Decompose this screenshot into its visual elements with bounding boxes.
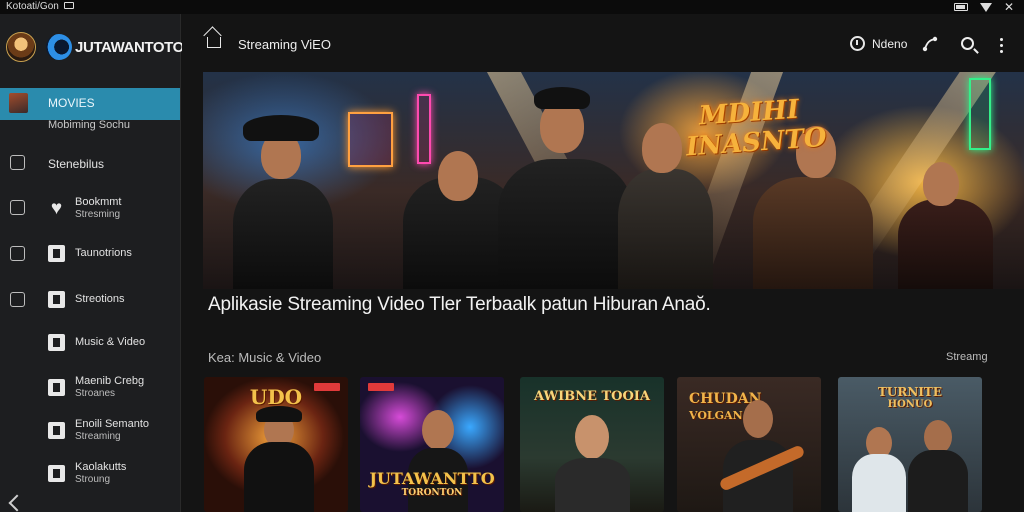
see-more-link[interactable]: Streamg: [946, 351, 988, 363]
video-card[interactable]: AWIBNE TOOIA: [520, 377, 664, 512]
video-card[interactable]: CHUDAN VOLGAN: [677, 377, 821, 512]
tv-icon: [48, 378, 65, 396]
sidebar-item-sublabel: Streaming: [75, 430, 121, 442]
sidebar-item-label: Streotions: [75, 292, 125, 305]
clock-icon: [850, 36, 865, 51]
video-card[interactable]: JUTAWANTTO TORONTON: [360, 377, 504, 512]
sidebar-item-label: Enoili Semanto: [75, 417, 149, 430]
sidebar-item-stenebilus[interactable]: Stenebilus: [48, 157, 104, 171]
headline: Aplikasie Streaming Video Tler Terbaalk …: [208, 294, 711, 315]
sidebar-item-music-video[interactable]: Music & Video: [48, 328, 145, 356]
folder-icon[interactable]: [10, 292, 25, 307]
brand-name: JUTAWANTOTO: [75, 38, 184, 56]
performer-figure: [893, 154, 1003, 289]
sidebar-item-movies[interactable]: MOVIES: [0, 88, 180, 120]
cast-icon: [63, 2, 74, 9]
sidebar-item-sublabel: Stroanes: [75, 387, 116, 399]
sidebar-item-label: Bookmmt: [75, 195, 122, 208]
camera-icon: [48, 244, 65, 262]
status-text: Kotoati/Gon: [6, 1, 74, 12]
sidebar-item-kaolakutts[interactable]: Kaolakutts Stroung: [48, 459, 126, 487]
battery-icon: [953, 3, 968, 11]
sidebar-item-label: Music & Video: [75, 335, 146, 348]
hero-logo: MDIHI INASNTO: [685, 94, 828, 163]
brand[interactable]: JUTAWANTOTO: [6, 30, 184, 64]
card-title: AWIBNE TOOIA: [534, 389, 650, 404]
lock-icon[interactable]: [10, 200, 25, 215]
sidebar-item-sublabel: Stroung: [75, 473, 111, 485]
sidebar: JUTAWANTOTO MOVIES Mobiming Sochu Steneb…: [0, 14, 184, 512]
close-icon[interactable]: ✕: [1004, 1, 1014, 13]
hero-banner[interactable]: MDIHI INASNTO: [203, 72, 1024, 289]
video-card[interactable]: TURNITE HONUO: [838, 377, 982, 512]
more-options-icon[interactable]: [1000, 38, 1004, 54]
page-title: Streaming ViEO: [238, 37, 331, 52]
wifi-icon: [979, 2, 992, 12]
heart-icon: ♥: [50, 197, 63, 219]
badge: [314, 383, 340, 391]
section-title: Kea: Music & Video: [208, 350, 322, 365]
camera-icon: [48, 290, 65, 308]
tv-icon: [48, 464, 65, 482]
movies-thumbnail: [9, 93, 28, 113]
card-title: TURNITE: [877, 385, 943, 399]
badge: [368, 383, 394, 391]
sidebar-item-streotions[interactable]: Streotions: [48, 285, 125, 313]
sidebar-item-enoili[interactable]: Enoili Semanto Streaming: [48, 416, 149, 444]
share-icon[interactable]: [922, 36, 938, 52]
status-bar: Kotoati/Gon ✕: [0, 0, 1024, 14]
sidebar-item-label: MOVIES: [48, 96, 95, 110]
card-subtitle: TORONTON: [401, 488, 463, 498]
sidebar-item-sublabel[interactable]: Mobiming Sochu: [48, 119, 130, 131]
search-icon[interactable]: [961, 37, 974, 50]
sidebar-item-taunotrions[interactable]: Taunotrions: [48, 239, 132, 267]
sidebar-item-label: Taunotrions: [75, 246, 132, 259]
video-button-label: Ndeno: [872, 36, 908, 51]
sidebar-item-label: Maenib Crebg: [75, 374, 145, 387]
top-app-bar: Streaming ViEO Ndeno: [182, 14, 1024, 72]
back-icon[interactable]: [8, 494, 26, 512]
sidebar-item-sublabel: Stresming: [75, 208, 121, 220]
home-icon[interactable]: [207, 37, 221, 48]
folder-icon[interactable]: [10, 155, 25, 170]
brand-logo-icon: [46, 34, 72, 60]
sidebar-item-bookmark[interactable]: ♥ Bookmmt Stresming: [48, 194, 122, 222]
tv-icon: [48, 421, 65, 439]
sidebar-item-label: Kaolakutts: [75, 460, 127, 473]
video-card[interactable]: UDO: [204, 377, 348, 512]
performer-figure: [223, 109, 343, 289]
download-icon[interactable]: [10, 246, 25, 261]
music-icon: [48, 333, 65, 351]
card-title: JUTAWANTTO: [369, 469, 495, 488]
avatar[interactable]: [6, 32, 36, 62]
sidebar-item-maenib[interactable]: Maenib Crebg Stroanes: [48, 373, 144, 401]
video-button[interactable]: Ndeno: [850, 36, 907, 51]
